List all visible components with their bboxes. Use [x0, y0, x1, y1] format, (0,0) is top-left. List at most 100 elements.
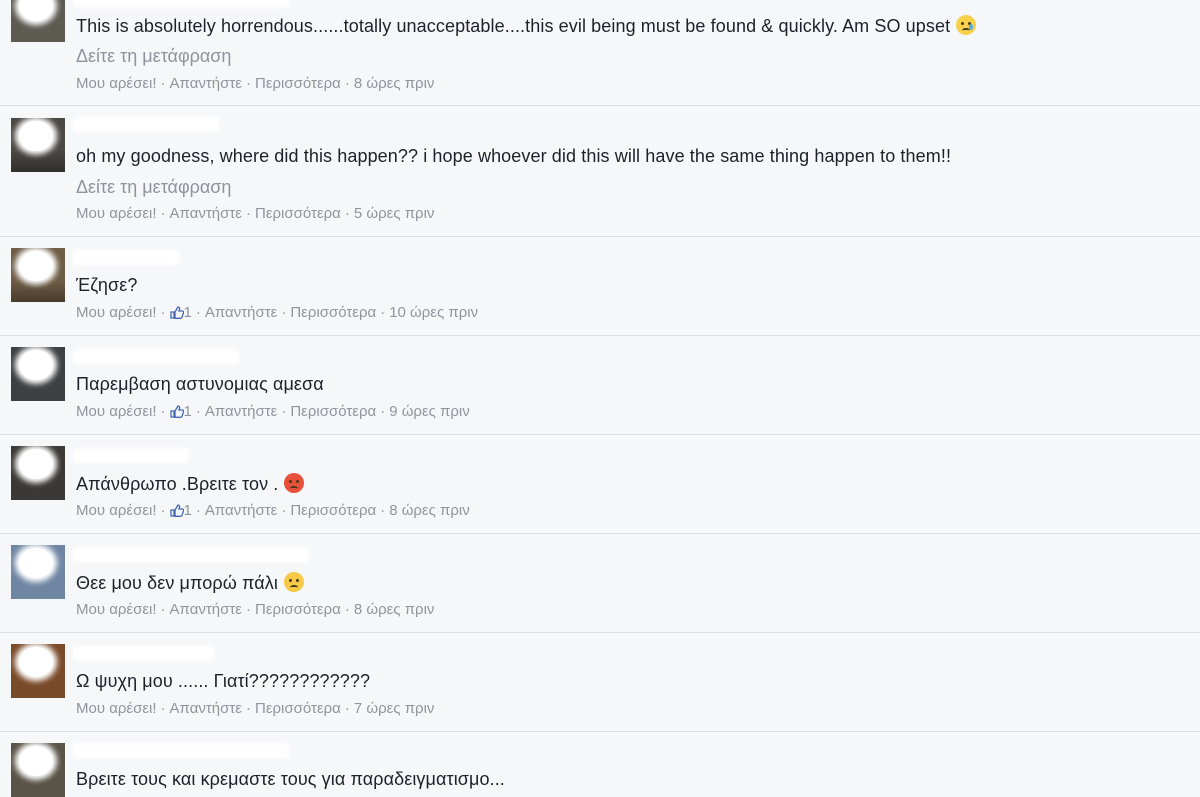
avatar-redaction	[19, 449, 53, 479]
reply-link[interactable]: Απαντήστε	[170, 700, 242, 717]
see-translation-link[interactable]: Δείτε τη μετάφραση	[76, 46, 231, 67]
author-name-redacted[interactable]	[76, 0, 286, 5]
more-link[interactable]: Περισσότερα	[255, 601, 341, 618]
separator: ·	[195, 403, 201, 420]
avatar[interactable]	[11, 545, 65, 599]
see-translation-link[interactable]: Δείτε τη μετάφραση	[76, 177, 231, 198]
comment-item: Ω ψυχη μου ...... Γιατί???????????? Μου …	[0, 633, 1200, 732]
comment-text: Θεε μου δεν μπορώ πάλι	[76, 572, 304, 594]
comment-text: Έζησε?	[76, 275, 137, 296]
comment-actions: Μου αρέσει! · Απαντήστε · Περισσότερα · 5 ώρες…	[76, 205, 434, 222]
avatar-shade	[11, 150, 65, 172]
timestamp[interactable]: 8 ώρες πριν	[354, 75, 435, 92]
separator: ·	[344, 75, 350, 92]
avatar[interactable]	[11, 347, 65, 401]
more-link[interactable]: Περισσότερα	[255, 75, 341, 92]
avatar-shade	[11, 280, 65, 302]
timestamp[interactable]: 5 ώρες πριν	[354, 205, 435, 222]
like-count[interactable]: 1	[169, 403, 192, 420]
avatar-redaction	[19, 548, 53, 578]
like-link[interactable]: Μου αρέσει!	[76, 601, 157, 618]
more-link[interactable]: Περισσότερα	[290, 403, 376, 420]
separator: ·	[195, 502, 201, 519]
separator: ·	[246, 75, 251, 92]
more-link[interactable]: Περισσότερα	[255, 700, 341, 717]
comment-item: oh my goodness, where did this happen?? …	[0, 106, 1200, 237]
avatar[interactable]	[11, 644, 65, 698]
avatar[interactable]	[11, 0, 65, 42]
separator: ·	[344, 700, 350, 717]
comment-item: Απάνθρωπο .Βρειτε τον . Μου αρέσει! · 1 · Απ…	[0, 435, 1200, 534]
avatar[interactable]	[11, 248, 65, 302]
avatar-redaction	[19, 746, 53, 776]
like-link[interactable]: Μου αρέσει!	[76, 502, 157, 519]
like-count-value: 1	[183, 304, 192, 321]
comment-text: Απάνθρωπο .Βρειτε τον .	[76, 473, 305, 495]
avatar[interactable]	[11, 743, 65, 797]
more-link[interactable]: Περισσότερα	[255, 205, 341, 222]
author-name-redacted[interactable]	[76, 451, 186, 460]
thumbs-up-icon	[169, 306, 184, 319]
avatar[interactable]	[11, 446, 65, 500]
comment-actions: Μου αρέσει! · 1 · Απαντήστε · Περισσότερα · 10 ώ…	[76, 304, 478, 321]
timestamp[interactable]: 8 ώρες πριν	[389, 502, 470, 519]
thumbs-up-icon	[169, 405, 184, 418]
avatar-redaction	[19, 647, 53, 677]
like-count-value: 1	[183, 403, 192, 420]
comment-body: Παρεμβαση αστυνομιας αμεσα	[76, 374, 324, 394]
comment-body: Βρειτε τους και κρεμαστε τους για παραδε…	[76, 769, 505, 789]
comment-actions: Μου αρέσει! · Απαντήστε · Περισσότερα · 7 ώρες…	[76, 700, 434, 717]
separator: ·	[246, 700, 251, 717]
author-name-redacted[interactable]	[76, 550, 306, 559]
separator: ·	[195, 304, 201, 321]
separator: ·	[380, 502, 386, 519]
more-link[interactable]: Περισσότερα	[290, 304, 376, 321]
comment-text: Ω ψυχη μου ...... Γιατί????????????	[76, 671, 370, 692]
like-link[interactable]: Μου αρέσει!	[76, 75, 157, 92]
avatar-redaction	[19, 251, 53, 281]
reply-link[interactable]: Απαντήστε	[170, 75, 242, 92]
worried-face-icon	[283, 572, 304, 592]
author-name-redacted[interactable]	[76, 746, 286, 755]
comment-item: Παρεμβαση αστυνομιας αμεσα Μου αρέσει! · 1…	[0, 336, 1200, 435]
author-name-redacted[interactable]	[76, 649, 211, 658]
separator: ·	[160, 502, 166, 519]
like-link[interactable]: Μου αρέσει!	[76, 205, 157, 222]
timestamp[interactable]: 10 ώρες πριν	[389, 304, 478, 321]
comment-body: Θεε μου δεν μπορώ πάλι	[76, 573, 278, 593]
reply-link[interactable]: Απαντήστε	[205, 304, 277, 321]
separator: ·	[160, 205, 166, 222]
comment-actions: Μου αρέσει! · Απαντήστε · Περισσότερα · 8 ώρες…	[76, 601, 434, 618]
avatar-redaction	[19, 350, 53, 380]
author-name-redacted[interactable]	[76, 253, 176, 262]
reply-link[interactable]: Απαντήστε	[205, 502, 277, 519]
timestamp[interactable]: 7 ώρες πριν	[354, 700, 435, 717]
separator: ·	[380, 304, 386, 321]
comment-actions: Μου αρέσει! · Απαντήστε · Περισσότερα · 8 ώρες…	[76, 75, 434, 92]
separator: ·	[281, 304, 287, 321]
reply-link[interactable]: Απαντήστε	[170, 601, 242, 618]
author-name-redacted[interactable]	[76, 120, 216, 129]
like-count[interactable]: 1	[169, 502, 192, 519]
separator: ·	[160, 403, 166, 420]
comment-body: This is absolutely horrendous......total…	[76, 16, 951, 36]
more-link[interactable]: Περισσότερα	[290, 502, 376, 519]
like-link[interactable]: Μου αρέσει!	[76, 304, 157, 321]
reply-link[interactable]: Απαντήστε	[205, 403, 277, 420]
separator: ·	[281, 502, 287, 519]
like-count[interactable]: 1	[169, 304, 192, 321]
separator: ·	[344, 205, 350, 222]
avatar[interactable]	[11, 118, 65, 172]
comment-text: Βρειτε τους και κρεμαστε τους για παραδε…	[76, 769, 505, 790]
author-name-redacted[interactable]	[76, 352, 236, 361]
like-link[interactable]: Μου αρέσει!	[76, 700, 157, 717]
comment-item: Έζησε? Μου αρέσει! · 1 · Απαντήστε · Περισσότε…	[0, 237, 1200, 336]
comment-text: Παρεμβαση αστυνομιας αμεσα	[76, 374, 324, 395]
separator: ·	[160, 700, 166, 717]
timestamp[interactable]: 8 ώρες πριν	[354, 601, 435, 618]
like-link[interactable]: Μου αρέσει!	[76, 403, 157, 420]
reply-link[interactable]: Απαντήστε	[170, 205, 242, 222]
comment-body: oh my goodness, where did this happen?? …	[76, 146, 952, 166]
timestamp[interactable]: 9 ώρες πριν	[389, 403, 470, 420]
separator: ·	[380, 403, 386, 420]
